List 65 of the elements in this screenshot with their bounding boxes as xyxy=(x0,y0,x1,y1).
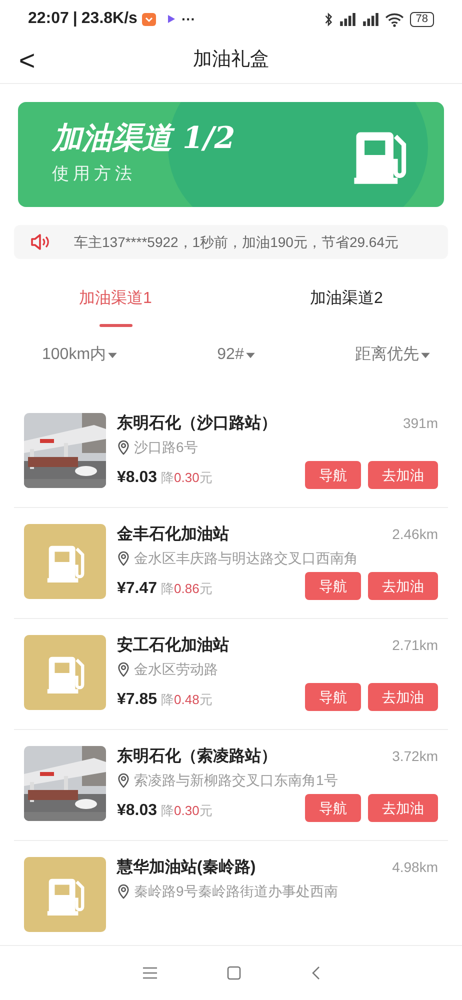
more-indicator: ··· xyxy=(181,10,196,28)
location-pin-icon xyxy=(117,440,130,455)
signal-icon xyxy=(362,12,379,26)
navigate-button[interactable]: 导航 xyxy=(305,572,361,600)
refuel-button[interactable]: 去加油 xyxy=(368,461,438,489)
back-button[interactable]: < xyxy=(14,44,40,78)
location-pin-icon xyxy=(117,884,130,899)
back-icon xyxy=(310,966,320,980)
station-address: 沙口路6号 xyxy=(134,438,198,457)
location-pin-icon xyxy=(117,551,130,566)
app-icon xyxy=(141,11,158,27)
station-name: 金丰石化加油站 xyxy=(117,524,229,545)
filter-dropdown[interactable]: 距离优先 xyxy=(354,343,430,367)
station-address: 索凌路与新柳路交叉口东南角1号 xyxy=(134,771,338,790)
speaker-icon xyxy=(30,234,50,250)
price-label: ¥8.03 xyxy=(117,801,158,821)
home-icon xyxy=(226,966,240,980)
discount-label: 降0.30元 xyxy=(161,802,212,820)
refuel-button[interactable]: 去加油 xyxy=(368,683,438,711)
distance-label: 3.72km xyxy=(392,747,438,766)
discount-label: 降0.86元 xyxy=(161,580,212,598)
navigate-button[interactable]: 导航 xyxy=(305,461,361,489)
station-address: 秦岭路9号秦岭路街道办事处西南 xyxy=(134,882,338,901)
filter-dropdown[interactable]: 100km内 xyxy=(42,343,118,367)
bluetooth-icon xyxy=(324,12,333,26)
station-address: 金水区劳动路 xyxy=(134,660,218,679)
price-label: ¥7.47 xyxy=(117,579,158,599)
banner[interactable]: 加油渠道 1/2 使用方法 xyxy=(18,102,444,207)
station-name: 安工石化加油站 xyxy=(117,635,229,656)
caret-icon xyxy=(108,352,118,358)
discount-label: 降0.30元 xyxy=(161,469,212,487)
network-speed: 23.8K/s xyxy=(81,9,138,29)
distance-label: 2.71km xyxy=(392,636,438,655)
distance-label: 2.46km xyxy=(392,525,438,544)
location-pin-icon xyxy=(117,662,130,677)
wifi-icon xyxy=(384,12,404,26)
status-separator: | xyxy=(72,9,78,29)
page-title: 加油礼盒 xyxy=(193,48,269,72)
refuel-button[interactable]: 去加油 xyxy=(368,794,438,822)
banner-title: 加油渠道 1/2 xyxy=(52,122,236,156)
discount-label: 降0.48元 xyxy=(161,691,212,709)
price-label: ¥7.85 xyxy=(117,690,158,710)
caret-icon xyxy=(420,352,430,358)
station-name: 慧华加油站(秦岭路) xyxy=(117,858,256,878)
station-name: 东明石化（沙口路站） xyxy=(117,413,277,434)
play-icon xyxy=(165,13,178,25)
station-address: 金水区丰庆路与明达路交叉口西南角 xyxy=(134,549,358,568)
tab[interactable]: 加油渠道2 xyxy=(231,281,462,329)
distance-label: 4.98km xyxy=(392,858,438,877)
banner-subtitle: 使用方法 xyxy=(52,162,137,186)
status-time: 22:07 xyxy=(28,9,69,29)
refuel-button[interactable]: 去加油 xyxy=(368,572,438,600)
station-name: 东明石化（索凌路站） xyxy=(117,746,277,767)
menu-icon xyxy=(142,967,156,979)
navigate-button[interactable]: 导航 xyxy=(305,683,361,711)
distance-label: 391m xyxy=(402,414,438,433)
location-pin-icon xyxy=(117,773,130,788)
filter-dropdown[interactable]: 92# xyxy=(217,343,255,367)
notice-text: 车主137****5922，1秒前，加油190元，节省29.64元 xyxy=(74,232,398,252)
signal-icon xyxy=(338,12,356,26)
battery-indicator: 78 xyxy=(410,12,434,26)
navigate-button[interactable]: 导航 xyxy=(305,794,361,822)
caret-icon xyxy=(246,352,255,358)
tab[interactable]: 加油渠道1 xyxy=(0,281,231,329)
price-label: ¥8.03 xyxy=(117,468,158,488)
